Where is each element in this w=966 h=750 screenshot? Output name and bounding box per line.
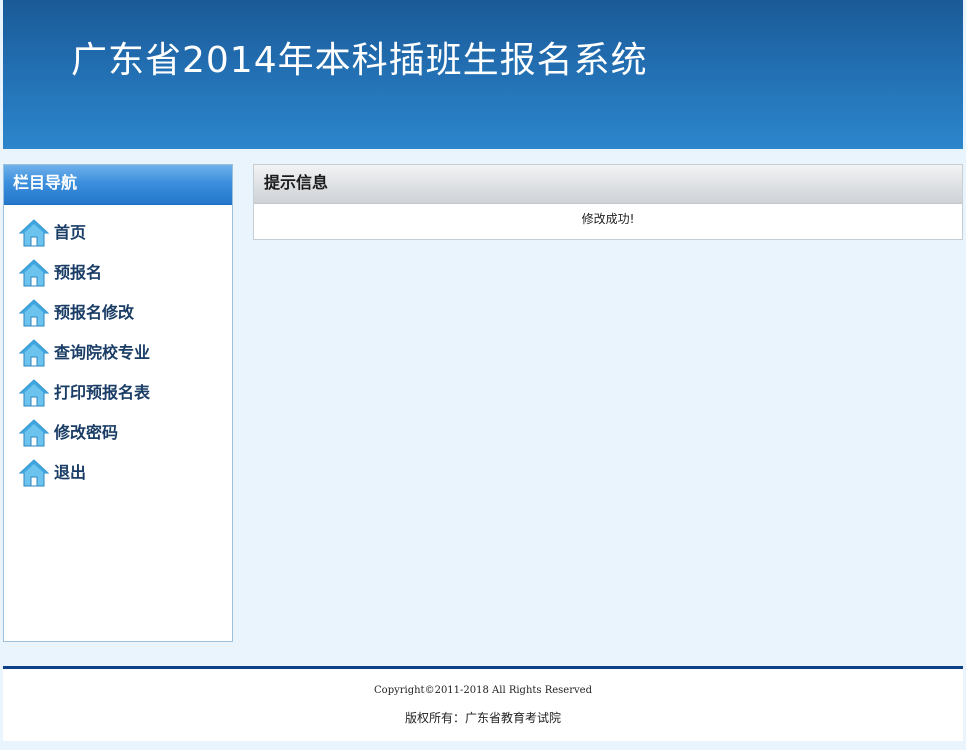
status-message: 修改成功! [581, 212, 635, 226]
sidebar-item-logout[interactable]: 退出 [4, 453, 232, 493]
home-icon [18, 459, 50, 487]
sidebar-item-edit-pre-register[interactable]: 预报名修改 [4, 293, 232, 333]
owner-text: 版权所有：广东省教育考试院 [404, 711, 561, 725]
home-icon [18, 259, 50, 287]
sidebar-item-home[interactable]: 首页 [4, 213, 232, 253]
sidebar-item-label: 打印预报名表 [54, 383, 151, 402]
sidebar-item-label: 预报名修改 [54, 303, 135, 322]
sidebar-item-change-password[interactable]: 修改密码 [4, 413, 232, 453]
home-icon [18, 299, 50, 327]
sidebar-item-pre-register[interactable]: 预报名 [4, 253, 232, 293]
sidebar-item-query-majors[interactable]: 查询院校专业 [4, 333, 232, 373]
copyright-text: Copyright©2011-2018 All Rights Reserved [374, 685, 592, 696]
message-panel: 提示信息 修改成功! [253, 164, 963, 240]
sidebar-item-print-form[interactable]: 打印预报名表 [4, 373, 232, 413]
sidebar-item-label: 查询院校专业 [54, 343, 151, 362]
sidebar-item-label: 修改密码 [54, 423, 119, 442]
sidebar-item-label: 退出 [54, 463, 87, 482]
page-footer: Copyright©2011-2018 All Rights Reserved … [3, 669, 963, 741]
sidebar: 栏目导航 首页 预报名 预报名修改 查询院校专业 打印预报名表 修改密码 退出 [3, 164, 233, 642]
page-header: 广东省2014年本科插班生报名系统 [3, 0, 963, 149]
panel-title: 提示信息 [254, 165, 962, 204]
sidebar-item-label: 首页 [54, 223, 87, 242]
home-icon [18, 219, 50, 247]
sidebar-title: 栏目导航 [4, 165, 232, 205]
home-icon [18, 339, 50, 367]
nav-list: 首页 预报名 预报名修改 查询院校专业 打印预报名表 修改密码 退出 [4, 205, 232, 493]
home-icon [18, 379, 50, 407]
page-title: 广东省2014年本科插班生报名系统 [71, 40, 648, 81]
sidebar-item-label: 预报名 [54, 263, 103, 282]
home-icon [18, 419, 50, 447]
